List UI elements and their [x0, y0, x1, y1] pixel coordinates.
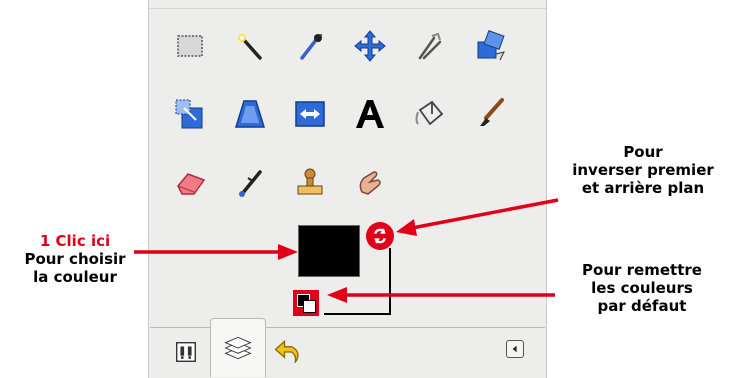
fuzzy-select-icon[interactable]: [230, 26, 270, 66]
rect-select-icon[interactable]: [170, 26, 210, 66]
annotation-swap-colors: Pour inverser premier et arrière plan: [557, 143, 729, 197]
text-icon[interactable]: [350, 94, 390, 134]
clone-icon[interactable]: [290, 162, 330, 202]
crop-icon[interactable]: [410, 26, 450, 66]
panel-top-divider: [149, 8, 546, 9]
annotation-reset-line1: Pour remettre: [582, 261, 702, 279]
annotation-choose-color: 1 Clic ici Pour choisir la couleur: [0, 232, 150, 286]
dock-tabs: [150, 316, 545, 378]
scale-icon[interactable]: [170, 94, 210, 134]
annotation-reset-line2: les couleurs: [591, 279, 693, 297]
annotation-click-here: 1 Clic ici: [39, 232, 111, 250]
default-bg-mini-icon: [303, 300, 316, 313]
move-icon[interactable]: [350, 26, 390, 66]
annotation-swap-line2: inverser premier: [572, 161, 714, 179]
rotate-icon[interactable]: [470, 26, 510, 66]
ink-icon[interactable]: [230, 162, 270, 202]
annotation-color-line: la couleur: [33, 268, 117, 286]
annotation-choose-line: Pour choisir: [24, 250, 126, 268]
annotation-reset-colors: Pour remettre les couleurs par défaut: [556, 261, 728, 315]
tab-undo-history[interactable]: [266, 328, 310, 376]
swap-colors-button[interactable]: [366, 222, 394, 250]
paintbrush-icon[interactable]: [470, 94, 510, 134]
color-picker-icon[interactable]: [290, 26, 330, 66]
swap-arrows-icon: [374, 228, 386, 244]
perspective-icon[interactable]: [230, 94, 270, 134]
annotation-reset-line3: par défaut: [597, 297, 687, 315]
flip-icon[interactable]: [290, 94, 330, 134]
foreground-color-swatch[interactable]: [298, 225, 360, 277]
annotation-swap-line3: et arrière plan: [581, 179, 705, 197]
tab-device-status[interactable]: [164, 328, 208, 376]
smudge-icon[interactable]: [350, 162, 390, 202]
bucket-fill-icon[interactable]: [410, 94, 450, 134]
reset-colors-button[interactable]: [293, 290, 319, 316]
layers-icon: [224, 336, 252, 360]
device-status-icon: [176, 342, 196, 362]
eraser-icon[interactable]: [170, 162, 210, 202]
triangle-left-icon: [512, 345, 517, 353]
tab-menu-button[interactable]: [506, 340, 524, 358]
tab-layers[interactable]: [210, 318, 266, 377]
annotation-swap-line1: Pour: [623, 143, 663, 161]
undo-history-icon: [274, 339, 299, 364]
